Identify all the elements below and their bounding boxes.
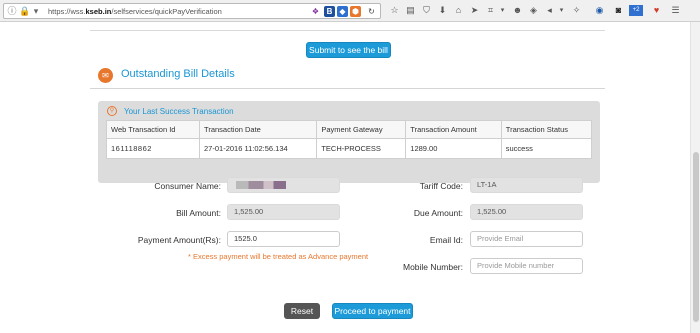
shield-icon[interactable]: ◆ — [337, 6, 348, 17]
info-icon[interactable]: ⓘ — [7, 6, 17, 16]
send-icon[interactable]: ➤ — [469, 5, 480, 16]
table-cell: 161118862 — [105, 138, 201, 159]
table-cell: TECH-PROCESS — [316, 138, 407, 159]
submit-to-see-bill-button[interactable]: Submit to see the bill — [306, 42, 391, 58]
table-row: 161118862 27-01-2016 11:02:56.134 TECH-P… — [105, 138, 593, 159]
payment-amount-label: Payment Amount(Rs): — [137, 235, 221, 245]
bill-amount-label: Bill Amount: — [176, 208, 221, 218]
bill-icon: ✉ — [98, 68, 113, 83]
table-cell: 27-01-2016 11:02:56.134 — [199, 138, 318, 159]
due-amount-label: Due Amount: — [413, 208, 463, 218]
consumer-name-label: Consumer Name: — [154, 181, 221, 191]
tag-icon[interactable]: ◈ — [528, 5, 539, 16]
pocket-icon[interactable]: ⛉ — [421, 5, 432, 16]
divider — [90, 30, 605, 31]
page-scrollbar[interactable] — [690, 22, 700, 333]
reading-list-icon[interactable]: ▤ — [405, 5, 416, 16]
mobile-number-label: Mobile Number: — [403, 262, 463, 272]
divider — [90, 88, 605, 89]
dropdown-icon[interactable]: ▾ — [556, 5, 567, 16]
transaction-table: Web Transaction Id Transaction Date Paym… — [105, 120, 593, 159]
home-icon[interactable]: ⌂ — [453, 5, 464, 16]
heart-icon[interactable]: ♥ — [651, 5, 662, 16]
column-header: Transaction Date — [199, 120, 318, 139]
consumer-name-field — [227, 177, 340, 193]
reset-button[interactable]: Reset — [284, 303, 320, 319]
feather-icon[interactable]: ❖ — [310, 6, 321, 17]
download-icon[interactable]: ⬇ — [437, 5, 448, 16]
payment-amount-input[interactable]: 1525.0 — [227, 231, 340, 247]
column-header: Transaction Amount — [405, 120, 502, 139]
advance-payment-note: * Excess payment will be treated as Adva… — [188, 252, 369, 261]
camera-icon[interactable]: ◙ — [613, 5, 624, 16]
last-transaction-panel: ⚲ Your Last Success Transaction Web Tran… — [98, 101, 600, 183]
badge-icon[interactable]: +2 — [629, 5, 643, 16]
scrollbar-thumb[interactable] — [693, 152, 699, 322]
mobile-number-input[interactable]: Provide Mobile number — [470, 258, 583, 274]
browser-toolbar: ⓘ 🔒 ▾ https://wss.kseb.in/selfservices/q… — [0, 0, 700, 22]
reload-icon[interactable]: ↻ — [366, 6, 377, 17]
ublock-icon[interactable]: ⬢ — [350, 6, 361, 17]
table-header-row: Web Transaction Id Transaction Date Paym… — [105, 120, 593, 139]
column-header: Transaction Status — [500, 120, 593, 139]
star-icon[interactable]: ☆ — [389, 5, 400, 16]
site-identity-icon[interactable]: ▾ — [31, 6, 41, 16]
menu-icon[interactable]: ☰ — [670, 5, 681, 16]
email-input[interactable]: Provide Email — [470, 231, 583, 247]
table-cell: 1289.00 — [405, 138, 502, 159]
column-header: Payment Gateway — [316, 120, 407, 139]
search-icon: ⚲ — [107, 106, 117, 116]
redacted-name — [236, 181, 286, 190]
column-header: Web Transaction Id — [105, 120, 201, 139]
lock-icon[interactable]: 🔒 — [19, 6, 30, 16]
bill-amount-field: 1,525.00 — [227, 204, 340, 220]
url-text[interactable]: https://wss.kseb.in/selfservices/quickPa… — [48, 7, 222, 16]
proceed-to-payment-button[interactable]: Proceed to payment — [332, 303, 413, 319]
address-bar[interactable]: ⓘ 🔒 ▾ https://wss.kseb.in/selfservices/q… — [3, 3, 381, 19]
tariff-code-label: Tariff Code: — [419, 181, 463, 191]
emoji-icon[interactable]: ☻ — [512, 5, 523, 16]
page-content: Submit to see the bill ✉ Outstanding Bil… — [0, 22, 690, 333]
email-label: Email Id: — [429, 235, 463, 245]
tariff-code-field: LT-1A — [470, 177, 583, 193]
back-arrow-icon[interactable]: ◂ — [544, 5, 555, 16]
panel-title: Your Last Success Transaction — [124, 107, 234, 116]
puzzle-icon[interactable]: ✧ — [571, 5, 582, 16]
bitwarden-icon[interactable]: B — [324, 6, 335, 17]
crop-icon[interactable]: ⌗ — [485, 5, 496, 16]
due-amount-field: 1,525.00 — [470, 204, 583, 220]
globe-icon[interactable]: ◉ — [594, 5, 605, 16]
dropdown-icon[interactable]: ▾ — [497, 5, 508, 16]
table-cell: success — [500, 138, 593, 159]
section-title: Outstanding Bill Details — [121, 68, 235, 80]
